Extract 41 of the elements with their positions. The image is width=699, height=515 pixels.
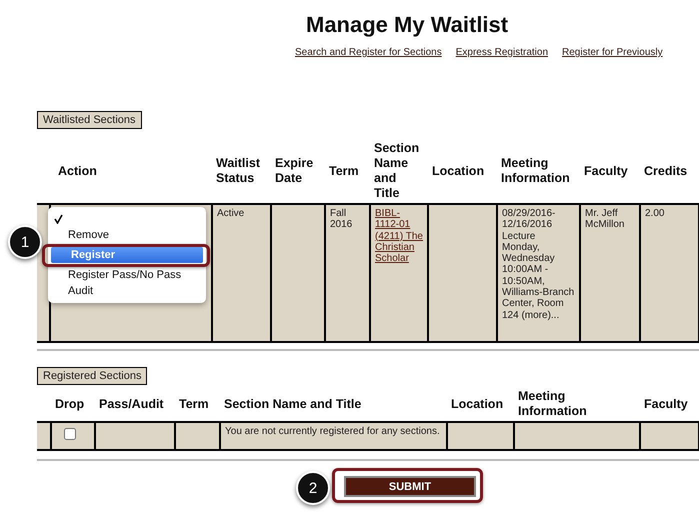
column-header: Section Name and Title — [220, 387, 447, 422]
step-badge: 1 — [8, 225, 42, 259]
column-header: Expire Date — [271, 139, 325, 204]
column-header: Location — [428, 139, 497, 204]
check-icon — [54, 214, 63, 224]
table-cell: 08/29/2016-12/16/2016 Lecture Monday, Wednesday 10:00AM - 10:50AM, Williams-Branch Center, Room 124 (more)... — [497, 204, 580, 342]
table-cell: 2.00 — [640, 204, 699, 342]
table-cell — [640, 422, 699, 450]
column-header: Term — [325, 139, 370, 204]
menu-item[interactable]: Remove — [48, 227, 206, 243]
table-cell: Mr. Jeff McMillon — [580, 204, 640, 342]
table-cell: Fall 2016 — [325, 204, 370, 342]
column-header: Drop — [51, 387, 95, 422]
column-header: Section Name and Title — [370, 139, 428, 204]
step-badge: 2 — [296, 471, 330, 505]
column-header: Term — [175, 387, 220, 422]
column-header: Action — [50, 139, 212, 204]
table-cell: You are not currently registered for any sections. — [220, 422, 447, 450]
column-header: Credits — [640, 139, 699, 204]
menu-item[interactable]: Register — [51, 247, 203, 263]
drop-checkbox[interactable] — [64, 428, 76, 440]
table-cell — [175, 422, 220, 450]
column-header: Pass/Audit — [95, 387, 175, 422]
nav-link[interactable]: Search and Register for Sections — [295, 47, 442, 58]
table-cell: Active — [212, 204, 271, 342]
menu-item[interactable]: Register Pass/No Pass — [48, 267, 206, 283]
section-link[interactable]: BIBL-1112-01 (4211) The Christian Scholar — [375, 208, 423, 264]
section-label: Waitlisted Sections — [37, 111, 142, 129]
page-title: Manage My Waitlist — [306, 12, 510, 38]
column-header: Meeting Information — [497, 139, 580, 204]
column-header: Meeting Information — [514, 387, 640, 422]
submit-button[interactable]: SUBMIT — [344, 476, 476, 497]
table-cell — [447, 422, 514, 450]
nav-link[interactable]: Express Registration — [456, 47, 548, 58]
column-header: Location — [447, 387, 514, 422]
nav-link[interactable]: Register for Previously — [562, 47, 663, 58]
section-label: Registered Sections — [37, 367, 148, 385]
column-header: Faculty — [580, 139, 640, 204]
column-header: Waitlist Status — [212, 139, 271, 204]
column-header: Faculty — [640, 387, 699, 422]
menu-item[interactable]: Audit — [48, 283, 206, 299]
